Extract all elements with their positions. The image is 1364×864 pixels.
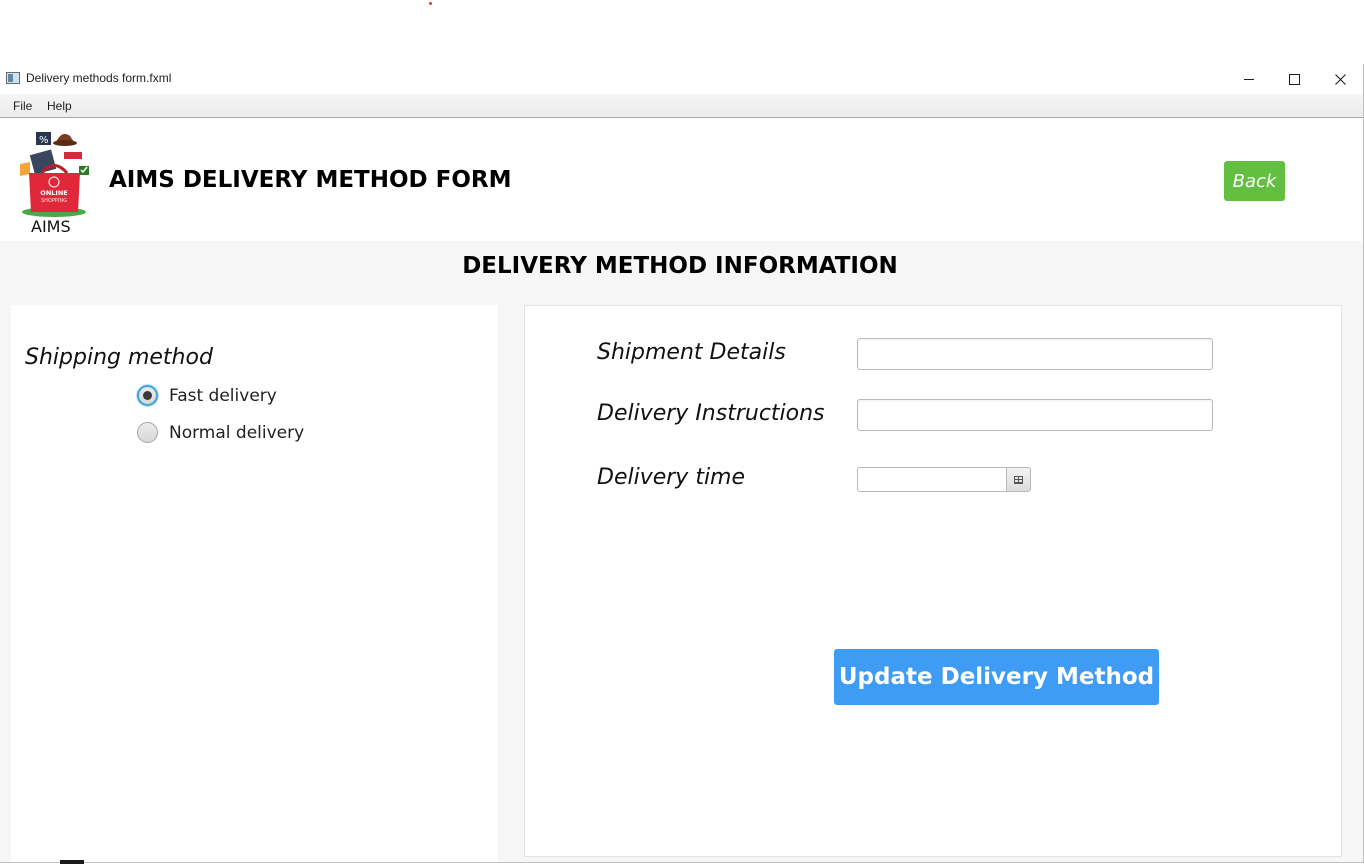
shipping-method-panel: Shipping method Fast delivery Normal del… xyxy=(11,305,498,862)
maximize-button[interactable] xyxy=(1271,64,1317,94)
maximize-icon xyxy=(1288,73,1300,85)
delivery-time-label: Delivery time xyxy=(597,465,746,490)
delivery-details-panel: Shipment Details Delivery Instructions D… xyxy=(524,305,1342,857)
calendar-icon xyxy=(1014,475,1023,484)
normal-delivery-label[interactable]: Normal delivery xyxy=(169,423,304,443)
menu-bar: File Help xyxy=(0,94,1363,118)
taskbar-edge xyxy=(60,860,84,864)
aims-logo: % ONLINE SHOPPING xyxy=(12,128,92,228)
close-icon xyxy=(1334,73,1346,85)
radio-option-normal-delivery[interactable]: Normal delivery xyxy=(137,422,304,443)
delivery-time-input[interactable] xyxy=(857,467,1007,492)
app-window: Delivery methods form.fxml File Help % O… xyxy=(0,64,1364,863)
svg-text:%: % xyxy=(39,135,49,146)
normal-delivery-radio[interactable] xyxy=(137,422,158,443)
logo-text-online: ONLINE xyxy=(40,189,67,197)
title-bar: Delivery methods form.fxml xyxy=(0,64,1363,94)
logo-caption: AIMS xyxy=(31,217,71,236)
fast-delivery-label[interactable]: Fast delivery xyxy=(169,386,277,406)
fast-delivery-radio[interactable] xyxy=(137,385,158,406)
shipment-details-input[interactable] xyxy=(857,338,1213,370)
window-app-icon xyxy=(6,72,20,84)
menu-help[interactable]: Help xyxy=(47,99,72,113)
desktop-dot xyxy=(429,2,432,5)
page-title: AIMS DELIVERY METHOD FORM xyxy=(109,167,512,193)
close-button[interactable] xyxy=(1317,64,1363,94)
minimize-button[interactable] xyxy=(1226,64,1272,94)
radio-option-fast-delivery[interactable]: Fast delivery xyxy=(137,385,277,406)
shopping-bag-logo-icon: % ONLINE SHOPPING xyxy=(20,132,89,217)
header: % ONLINE SHOPPING AIMS AIMS DELIVERY MET… xyxy=(0,118,1363,241)
content-area: DELIVERY METHOD INFORMATION Shipping met… xyxy=(0,241,1363,862)
delivery-instructions-input[interactable] xyxy=(857,399,1213,431)
menu-file[interactable]: File xyxy=(13,99,32,113)
minimize-icon xyxy=(1244,78,1254,80)
logo-text-shopping: SHOPPING xyxy=(41,198,67,204)
delivery-instructions-label: Delivery Instructions xyxy=(597,401,825,426)
update-delivery-method-button[interactable]: Update Delivery Method xyxy=(834,649,1159,705)
shipment-details-label: Shipment Details xyxy=(597,340,786,365)
back-button[interactable]: Back xyxy=(1224,161,1285,201)
section-title: DELIVERY METHOD INFORMATION xyxy=(462,253,898,279)
window-title: Delivery methods form.fxml xyxy=(26,71,172,85)
shipping-method-label: Shipping method xyxy=(25,345,213,370)
date-picker-button[interactable] xyxy=(1006,467,1031,492)
